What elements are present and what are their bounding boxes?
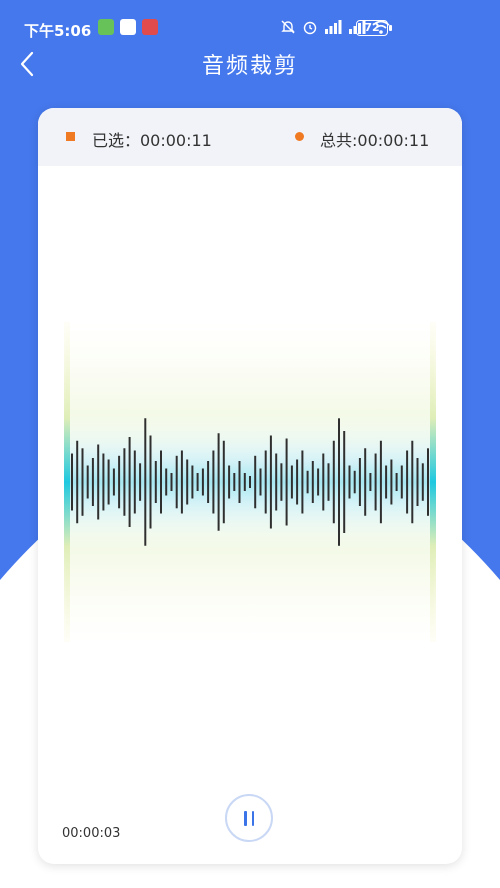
selected-duration: 已选：00:00:11 [92, 131, 212, 150]
pause-icon [244, 810, 247, 826]
status-time: 下午5:06 [24, 22, 92, 40]
waveform[interactable] [38, 322, 462, 642]
current-time: 00:00:03 [62, 826, 121, 841]
nav-bar: 音频裁剪 [0, 44, 500, 84]
signal-icon [325, 20, 342, 34]
alarm-icon [303, 21, 317, 35]
waveform-area[interactable] [38, 322, 462, 642]
total-indicator [295, 132, 304, 141]
trim-handle-left [64, 322, 70, 642]
pause-icon [251, 810, 254, 826]
audio-trim-card: 已选：00:00:11 总共:00:00:11 00:00:03 [38, 108, 462, 864]
app-icon [120, 19, 136, 35]
status-left-icons [98, 19, 158, 35]
total-duration: 总共:00:00:11 [320, 131, 430, 150]
pause-button[interactable] [225, 794, 273, 842]
status-bar: 下午5:06 72 [0, 14, 500, 46]
battery-level: 72 [364, 21, 380, 34]
trim-handle-right [430, 322, 436, 642]
selected-indicator [66, 132, 75, 141]
card-header: 已选：00:00:11 总共:00:00:11 [38, 108, 462, 166]
shield-icon [98, 19, 114, 35]
app-icon [142, 19, 158, 35]
mute-bell-icon [281, 20, 295, 34]
battery-icon: 72 [356, 20, 388, 36]
page-title: 音频裁剪 [201, 54, 298, 79]
battery-cap [389, 25, 392, 31]
